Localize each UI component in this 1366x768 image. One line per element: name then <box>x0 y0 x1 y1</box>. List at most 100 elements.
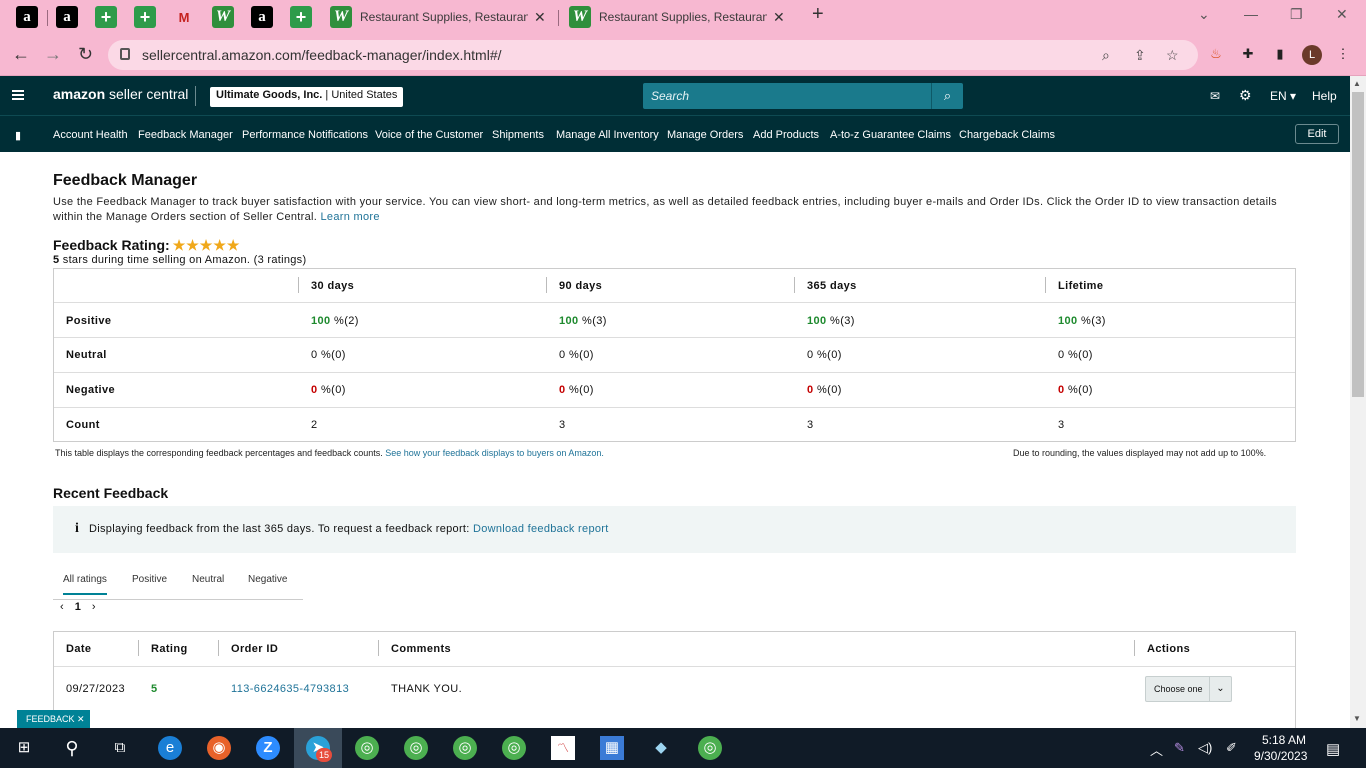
webstaurant-tab-icon[interactable]: W <box>212 6 234 28</box>
help-link[interactable]: Help <box>1312 89 1337 103</box>
amazon-tab-icon[interactable]: a <box>251 6 273 28</box>
summary-cell: 3 <box>1058 419 1065 431</box>
amazon-tab-icon[interactable]: a <box>56 6 78 28</box>
zoom-icon[interactable]: ⌕ <box>1102 47 1110 64</box>
learn-more-link[interactable]: Learn more <box>321 211 380 223</box>
nav-shipments[interactable]: Shipments <box>492 129 544 141</box>
chrome-icon[interactable]: ◎ <box>502 736 526 760</box>
nav-chargeback-claims[interactable]: Chargeback Claims <box>959 129 1055 141</box>
nav-manage-orders[interactable]: Manage Orders <box>667 129 743 141</box>
minimize-icon[interactable]: — <box>1244 6 1258 22</box>
next-page-icon[interactable]: › <box>92 601 96 613</box>
tray-expand-icon[interactable]: ︿ <box>1150 740 1163 759</box>
sheets-tab-icon[interactable]: + <box>95 6 117 28</box>
profile-avatar[interactable]: L <box>1302 45 1322 65</box>
chrome-icon[interactable]: ◎ <box>453 736 477 760</box>
tab-search-icon[interactable]: ⌄ <box>1198 6 1210 23</box>
summary-row-negative: Negative 0 %(0) 0 %(0) 0 %(0) 0 %(0) <box>54 372 1295 407</box>
cell-suffix: %(0) <box>1064 384 1093 396</box>
prev-page-icon[interactable]: ‹ <box>60 601 64 613</box>
chrome-icon[interactable]: ◎ <box>698 736 722 760</box>
tab-negative[interactable]: Negative <box>248 574 287 585</box>
chevron-down-icon: ⌄ <box>1209 677 1231 701</box>
page-scrollbar[interactable]: ▲ ▼ <box>1350 76 1366 728</box>
task-view-icon[interactable]: ⧉ <box>108 736 132 760</box>
system-clock[interactable]: 5:18 AM 9/30/2023 <box>1254 732 1308 764</box>
pen-tray-icon[interactable]: ✎ <box>1174 740 1185 756</box>
firefox-icon[interactable]: ◉ <box>207 736 231 760</box>
edit-nav-button[interactable]: Edit <box>1295 124 1339 144</box>
address-bar[interactable]: sellercentral.amazon.com/feedback-manage… <box>108 40 1198 70</box>
nav-add-products[interactable]: Add Products <box>753 129 819 141</box>
forward-icon[interactable]: → <box>44 44 62 65</box>
actions-dropdown[interactable]: Choose one ⌄ <box>1145 676 1232 702</box>
sheets-tab-icon[interactable]: + <box>134 6 156 28</box>
tab-neutral[interactable]: Neutral <box>192 574 224 585</box>
side-panel-icon[interactable]: ▮ <box>1271 46 1289 64</box>
sheets-tab-icon[interactable]: + <box>290 6 312 28</box>
share-icon[interactable]: ⇪ <box>1134 47 1146 64</box>
bookmark-icon[interactable]: ▮ <box>15 129 21 142</box>
amazon-tab-icon[interactable]: a <box>16 6 38 28</box>
buyer-display-link[interactable]: See how your feedback displays to buyers… <box>385 448 604 458</box>
mail-icon[interactable]: ✉ <box>1210 89 1220 103</box>
current-page[interactable]: 1 <box>75 601 81 613</box>
summary-cell: 0 %(0) <box>1058 349 1093 361</box>
calculator-icon[interactable]: ▦ <box>600 736 624 760</box>
notepad-icon[interactable]: ◆ <box>649 736 673 760</box>
tab-positive[interactable]: Positive <box>132 574 167 585</box>
search-input[interactable]: Search <box>643 83 931 109</box>
summary-footnote: This table displays the corresponding fe… <box>55 448 604 458</box>
chrome-icon[interactable]: ◎ <box>355 736 379 760</box>
notification-center-icon[interactable]: ▤ <box>1326 740 1340 758</box>
close-window-icon[interactable]: ✕ <box>1336 6 1348 23</box>
menu-kebab-icon[interactable]: ⋮ <box>1334 46 1352 64</box>
tab-all-ratings[interactable]: All ratings <box>63 574 107 595</box>
browser-tab-strip: a a + + M W a + W Restaurant Supplies, R… <box>0 0 1366 34</box>
nav-feedback-manager[interactable]: Feedback Manager <box>138 129 233 141</box>
hamburger-menu-icon[interactable] <box>12 90 24 100</box>
restore-icon[interactable]: ❐ <box>1290 6 1303 23</box>
chrome-icon[interactable]: ◎ <box>404 736 428 760</box>
summary-row-count: Count 2 3 3 3 <box>54 407 1295 442</box>
search-icon[interactable]: ⌕ <box>931 83 963 109</box>
back-icon[interactable]: ← <box>12 44 30 65</box>
new-tab-button[interactable]: + <box>812 3 824 26</box>
nav-performance-notifications[interactable]: Performance Notifications <box>242 129 368 141</box>
browser-tab[interactable]: W Restaurant Supplies, Restaurant ✕ <box>330 4 546 30</box>
nav-atoz-claims[interactable]: A-to-z Guarantee Claims <box>830 129 951 141</box>
scroll-thumb[interactable] <box>1352 92 1364 397</box>
column-header: 30 days <box>311 280 355 292</box>
nav-manage-inventory[interactable]: Manage All Inventory <box>556 129 659 141</box>
bookmark-star-icon[interactable]: ☆ <box>1166 47 1179 64</box>
gear-icon[interactable]: ⚙ <box>1239 87 1252 104</box>
reload-icon[interactable]: ↻ <box>78 44 93 65</box>
column-header: 90 days <box>559 280 603 292</box>
browser-tab[interactable]: W Restaurant Supplies, Restaurant ✕ <box>569 4 785 30</box>
seller-central-logo[interactable]: amazon seller central <box>53 86 188 102</box>
search-icon[interactable]: ⚲ <box>60 736 84 760</box>
order-id-link[interactable]: 113-6624635-4793813 <box>231 683 349 695</box>
chart-app-icon[interactable]: 〽 <box>551 736 575 760</box>
feedback-widget-tab[interactable]: FEEDBACK ✕ <box>17 710 90 728</box>
close-tab-icon[interactable]: ✕ <box>773 9 785 26</box>
edge-icon[interactable]: e <box>158 736 182 760</box>
clock-date: 9/30/2023 <box>1254 749 1308 763</box>
zoom-app-icon[interactable]: Z <box>256 736 280 760</box>
nav-voice-of-customer[interactable]: Voice of the Customer <box>375 129 483 141</box>
account-market: United States <box>331 89 398 101</box>
extension-icon[interactable]: ♨ <box>1207 46 1225 64</box>
close-tab-icon[interactable]: ✕ <box>534 9 546 26</box>
column-header: Rating <box>151 643 188 655</box>
scroll-up-icon[interactable]: ▲ <box>1353 79 1361 88</box>
pen-workspace-icon[interactable]: ✐ <box>1226 740 1237 756</box>
extensions-puzzle-icon[interactable]: ✚ <box>1239 46 1257 64</box>
download-report-link[interactable]: Download feedback report <box>473 523 609 535</box>
windows-start-icon[interactable]: ⊞ <box>12 736 36 760</box>
account-switcher[interactable]: Ultimate Goods, Inc. | United States <box>210 87 404 107</box>
language-selector[interactable]: EN ▾ <box>1270 89 1296 103</box>
scroll-down-icon[interactable]: ▼ <box>1353 714 1361 723</box>
gmail-tab-icon[interactable]: M <box>173 6 195 28</box>
volume-icon[interactable]: ◁) <box>1198 740 1212 756</box>
nav-account-health[interactable]: Account Health <box>53 129 128 141</box>
